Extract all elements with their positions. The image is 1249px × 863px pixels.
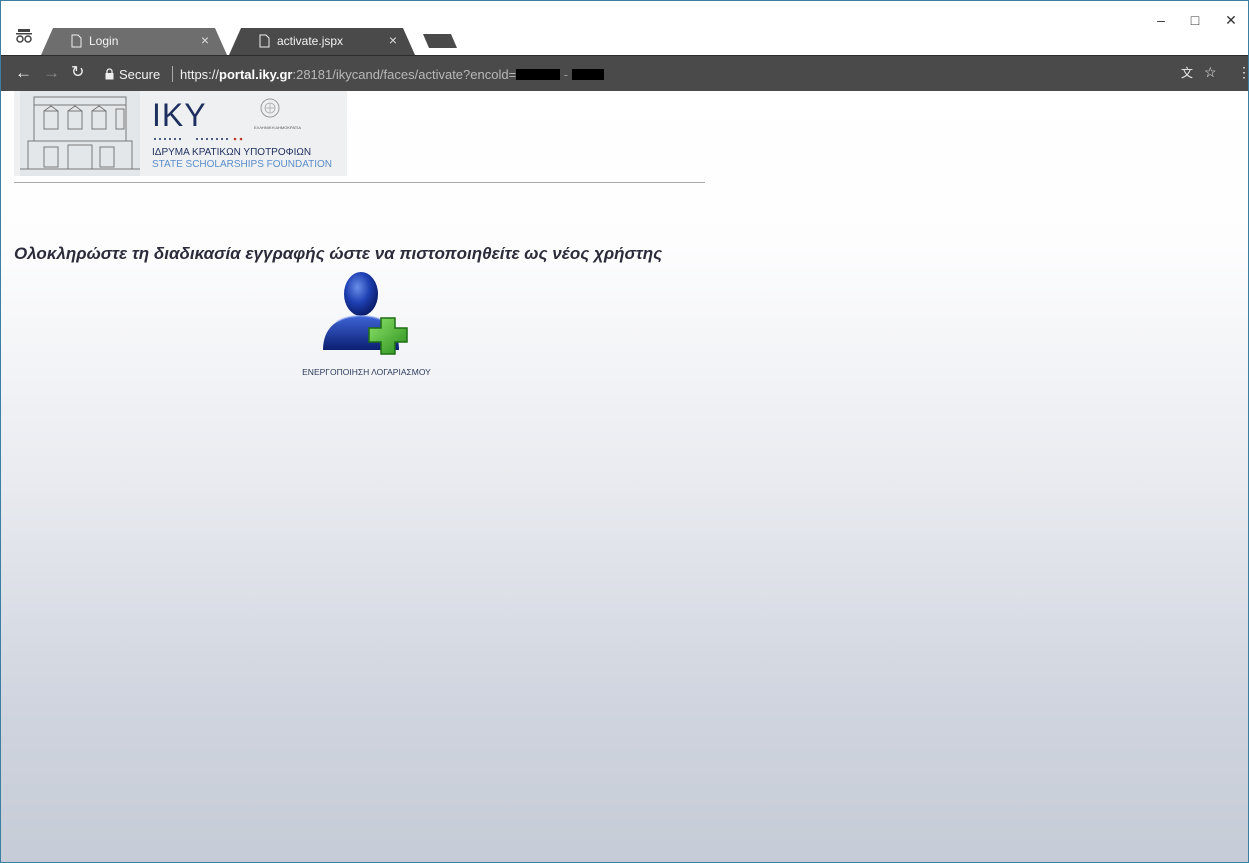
security-label: Secure: [119, 67, 161, 82]
back-icon[interactable]: ←: [15, 64, 32, 82]
page-content: IKY ΕΛΛΗΝΙΚΗ ΔΗΜΟΚΡΑΤΙΑ ΙΔΡΥΜΑ ΚΡΑΤΙΚΩΝ …: [1, 91, 1248, 862]
iky-logo: IKY ΕΛΛΗΝΙΚΗ ΔΗΜΟΚΡΑΤΙΑ ΙΔΡΥΜΑ ΚΡΑΤΙΚΩΝ …: [14, 91, 347, 176]
redacted-block: [571, 69, 604, 80]
maximize-button[interactable]: □: [1178, 9, 1212, 31]
reload-icon[interactable]: ↻: [71, 64, 84, 82]
redacted-block: [516, 69, 561, 80]
header-divider: [14, 182, 705, 183]
close-tab-icon[interactable]: ×: [389, 32, 397, 48]
logo-subtitle-greek: ΙΔΡΥΜΑ ΚΡΑΤΙΚΩΝ ΥΠΟΤΡΟΦΙΩΝ: [152, 147, 312, 158]
close-tab-icon[interactable]: ×: [201, 32, 209, 48]
logo-subtitle-english: STATE SCHOLARSHIPS FOUNDATION: [152, 159, 333, 170]
browser-window: Login × activate.jspx × – □ ✕ ← → ↻ Secu…: [0, 0, 1249, 863]
divider: [172, 66, 173, 82]
page-icon: [71, 34, 82, 48]
address-bar[interactable]: Secure https://portal.iky.gr:28181/ikyca…: [95, 64, 1171, 86]
url-scheme: https://: [180, 67, 220, 82]
page-icon: [259, 34, 270, 48]
tab-activate[interactable]: activate.jspx ×: [229, 28, 415, 55]
browser-toolbar: ← → ↻ Secure https://portal.iky.gr:28181…: [1, 55, 1248, 92]
close-window-button[interactable]: ✕: [1214, 9, 1248, 31]
building-illustration: [20, 91, 140, 176]
incognito-icon: [16, 29, 32, 43]
lock-icon: [105, 68, 114, 80]
logo-title: IKY: [152, 97, 207, 133]
activate-account-button[interactable]: ΕΝΕΡΓΟΠΟΙΗΣΗ ΛΟΓΑΡΙΑΣΜΟΥ: [289, 270, 444, 380]
greek-emblem-icon: [260, 98, 280, 118]
new-tab-button[interactable]: [423, 34, 457, 48]
minimize-button[interactable]: –: [1144, 9, 1178, 31]
activate-account-label: ΕΝΕΡΓΟΠΟΙΗΣΗ ΛΟΓΑΡΙΑΣΜΟΥ: [302, 367, 431, 377]
url-path: :28181/ikycand/faces/activate?encold=: [292, 67, 517, 82]
tab-title: activate.jspx: [277, 34, 344, 48]
add-user-icon: [323, 272, 408, 355]
url-host: portal.iky.gr: [219, 67, 293, 82]
tab-login[interactable]: Login ×: [41, 28, 227, 55]
tab-strip: Login × activate.jspx × – □ ✕: [1, 1, 1248, 55]
url-text: https://portal.iky.gr:28181/ikycand/face…: [180, 67, 604, 82]
tab-title: Login: [89, 34, 119, 48]
page-heading: Ολοκληρώστε τη διαδικασία εγγραφής ώστε …: [14, 244, 663, 263]
dotted-line-decoration: [154, 137, 243, 141]
translate-icon[interactable]: 文: [1181, 64, 1193, 81]
menu-icon[interactable]: ⋮: [1237, 64, 1248, 81]
bookmark-star-icon[interactable]: ☆: [1204, 64, 1217, 81]
emblem-caption: ΕΛΛΗΝΙΚΗ ΔΗΜΟΚΡΑΤΙΑ: [254, 125, 301, 130]
forward-icon[interactable]: →: [43, 64, 60, 82]
